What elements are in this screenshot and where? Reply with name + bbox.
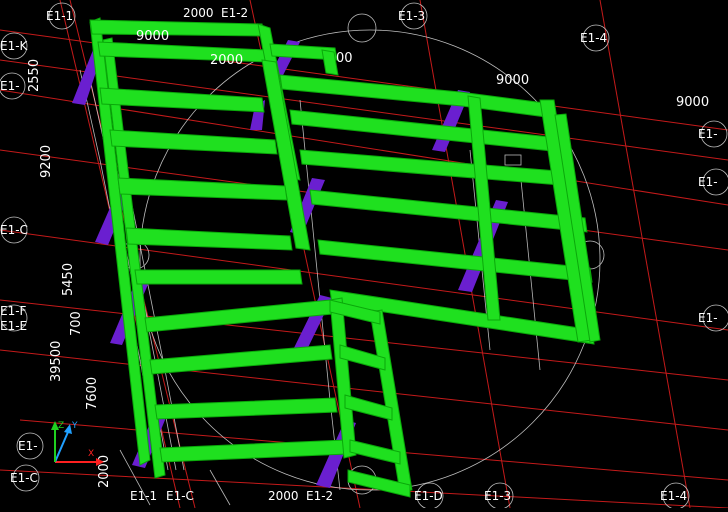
svg-text:E1-D: E1-D xyxy=(414,489,443,503)
dimension-text: 700 xyxy=(69,311,84,336)
cross-beam xyxy=(154,397,338,420)
grid-bubble: E1- xyxy=(16,432,44,460)
grid-bubble-label: E1-E xyxy=(0,319,27,333)
svg-text:E1-C: E1-C xyxy=(10,471,38,485)
cross-beam xyxy=(144,299,333,333)
dimension-text: 7600 xyxy=(85,377,100,410)
cad-3d-viewport[interactable]: E1-1 2000 E1-2 E1-3 E1-4 E1-K E1- E1-C E… xyxy=(0,0,728,510)
grid-bubble-label: E1-2 xyxy=(221,6,248,20)
svg-text:E1-4: E1-4 xyxy=(580,31,607,45)
grid-bubble: E1- xyxy=(698,304,728,332)
grid-bubble-label: 2000 xyxy=(268,489,299,503)
svg-text:E1-K: E1-K xyxy=(0,39,29,53)
svg-text:E1-: E1- xyxy=(0,79,20,93)
cross-beam xyxy=(117,177,288,201)
cross-beam xyxy=(134,269,303,285)
grid-bubble: E1-3 xyxy=(484,482,514,510)
dimension-text: 9000 xyxy=(496,73,529,88)
svg-text:E1-1: E1-1 xyxy=(46,9,73,23)
svg-text:E1-4: E1-4 xyxy=(660,489,687,503)
grid-bubble: E1-C xyxy=(10,464,40,492)
dimension-text: 5450 xyxy=(61,263,76,296)
green-steel-frame xyxy=(89,17,601,498)
grid-bubble: E1-1 xyxy=(46,2,76,30)
svg-text:E1-: E1- xyxy=(698,311,718,325)
dimension-text: 00 xyxy=(336,51,353,66)
cross-beam xyxy=(149,344,333,375)
svg-text:E1-3: E1-3 xyxy=(398,9,425,23)
svg-text:E1-: E1- xyxy=(698,127,718,141)
wing-beam xyxy=(289,109,563,153)
dimension-text: 2000 xyxy=(210,53,243,68)
wing-beam xyxy=(299,149,573,187)
dimension-text: 2550 xyxy=(27,59,42,92)
dimension-text: 9000 xyxy=(676,95,709,110)
dimension-text: 9200 xyxy=(39,145,54,178)
dimension-text: 39500 xyxy=(49,341,64,382)
stair-stringer xyxy=(369,309,413,493)
grid-bubble-label: E1-1 xyxy=(130,489,157,503)
ucs-icon: X Y Z xyxy=(51,421,104,466)
grid-bubble-label: E1-C xyxy=(166,489,194,503)
wing-beam xyxy=(309,189,588,233)
grid-bubble: E1-D xyxy=(414,482,444,510)
ucs-y-label: Y xyxy=(71,421,78,431)
grid-bubble: E1-3 xyxy=(398,2,428,30)
grid-bubble: E1-K xyxy=(0,32,29,60)
ucs-x-label: X xyxy=(88,449,94,459)
dimension-text: 9000 xyxy=(136,29,169,44)
cross-beam xyxy=(99,87,265,113)
grid-bubble: E1- xyxy=(0,72,26,100)
top-beam xyxy=(89,19,265,37)
grid-bubble: E1- xyxy=(698,120,728,148)
wing-beam xyxy=(317,239,593,283)
grid-bubble: E1-C xyxy=(0,216,28,244)
grid-bubble-label: 2000 xyxy=(183,6,214,20)
cross-beam xyxy=(125,227,293,251)
grid-bubble-label: E1-2 xyxy=(306,489,333,503)
svg-text:E1-: E1- xyxy=(698,175,718,189)
svg-text:E1-F: E1-F xyxy=(0,304,27,318)
svg-text:E1-3: E1-3 xyxy=(484,489,511,503)
ucs-z-label: Z xyxy=(58,421,64,431)
model-canvas[interactable]: E1-1 2000 E1-2 E1-3 E1-4 E1-K E1- E1-C E… xyxy=(0,0,728,510)
grid-bubble: E1- xyxy=(698,168,728,196)
svg-text:E1-C: E1-C xyxy=(0,223,28,237)
svg-text:E1-: E1- xyxy=(18,439,38,453)
cross-beam xyxy=(109,129,278,155)
